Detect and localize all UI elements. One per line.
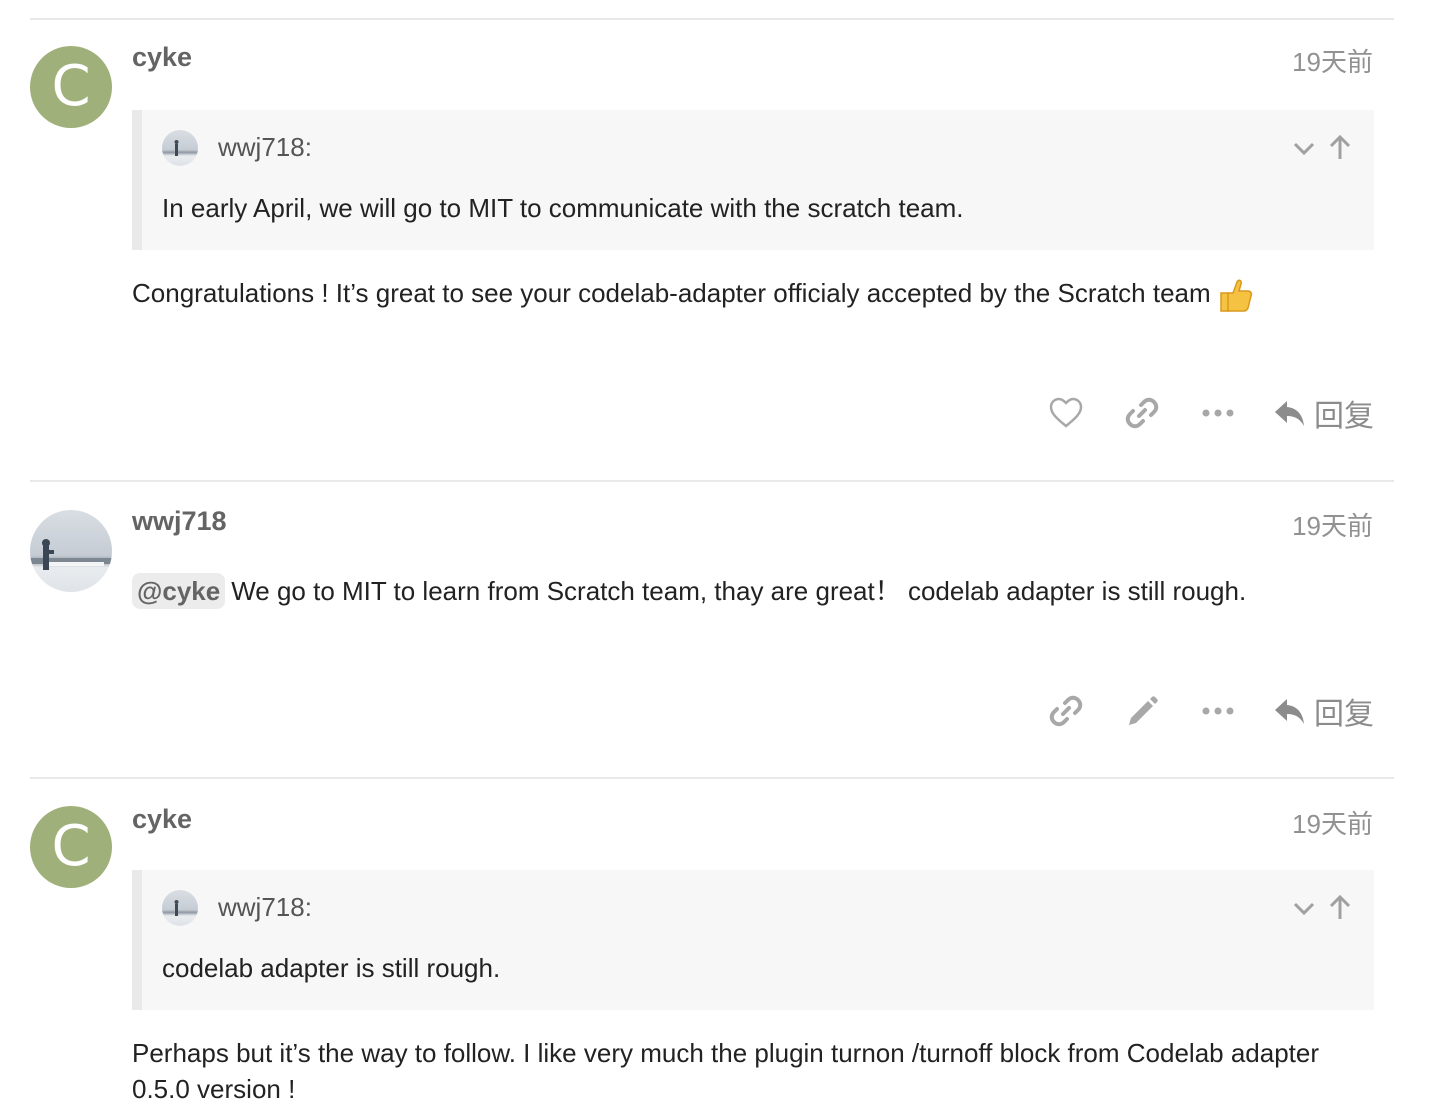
quote-block: wwj718: codelab adapter is still rough. [132, 870, 1374, 1010]
post-body: Perhaps but it’s the way to follow. I li… [132, 1035, 1319, 1107]
post-timestamp[interactable]: 19天前 [1292, 42, 1373, 79]
person-photo-icon [174, 140, 179, 156]
quote-avatar [162, 130, 198, 166]
avatar[interactable]: C [30, 806, 112, 888]
post-divider [30, 18, 1394, 20]
post-username[interactable]: cyke [132, 804, 192, 835]
post-actions: 回复 [1010, 689, 1374, 733]
quote-text: codelab adapter is still rough. [162, 953, 501, 983]
person-photo-icon [174, 900, 179, 916]
post-divider [30, 777, 1394, 779]
post-body-line: Perhaps but it’s the way to follow. I li… [132, 1038, 1320, 1068]
chevron-down-icon[interactable] [1290, 134, 1318, 162]
thumbs-up-icon [1219, 279, 1252, 312]
post-body: @cyke We go to MIT to learn from Scratch … [132, 573, 1246, 609]
avatar[interactable]: C [30, 46, 112, 128]
like-icon[interactable] [1046, 393, 1086, 433]
more-icon[interactable] [1198, 393, 1238, 433]
post-body-text: Congratulations ! It’s great to see your… [132, 278, 1211, 308]
edit-icon[interactable] [1122, 691, 1162, 731]
quote-block: wwj718: In early April, we will go to MI… [132, 110, 1374, 250]
post-timestamp[interactable]: 19天前 [1292, 804, 1373, 841]
reply-icon [1275, 699, 1304, 724]
quote-author[interactable]: wwj718: [218, 132, 312, 163]
post-body: Congratulations ! It’s great to see your… [132, 275, 1255, 314]
more-icon[interactable] [1198, 691, 1238, 731]
person-photo-icon [30, 539, 112, 570]
reply-icon [1275, 401, 1304, 426]
post-body-text: We go to MIT to learn from Scratch team,… [231, 576, 1247, 606]
reply-label: 回复 [1314, 400, 1374, 433]
mention-link[interactable]: @cyke [132, 573, 226, 609]
post-body-line: 0.5.0 version ! [132, 1074, 296, 1104]
post-timestamp[interactable]: 19天前 [1292, 506, 1373, 543]
post-username[interactable]: wwj718 [132, 506, 227, 537]
reply-button[interactable]: 回复 [1272, 391, 1374, 435]
reply-button[interactable]: 回复 [1272, 689, 1374, 733]
reply-label: 回复 [1314, 698, 1374, 731]
arrow-up-icon[interactable] [1326, 134, 1354, 162]
link-icon[interactable] [1122, 393, 1162, 433]
quote-author[interactable]: wwj718: [218, 892, 312, 923]
post-actions: 回复 [1010, 391, 1374, 435]
chevron-down-icon[interactable] [1290, 894, 1318, 922]
arrow-up-icon[interactable] [1326, 894, 1354, 922]
post-divider [30, 480, 1394, 482]
link-icon[interactable] [1046, 691, 1086, 731]
quote-avatar [162, 890, 198, 926]
quote-text: In early April, we will go to MIT to com… [162, 193, 964, 223]
avatar[interactable] [30, 510, 112, 592]
post-username[interactable]: cyke [132, 42, 192, 73]
